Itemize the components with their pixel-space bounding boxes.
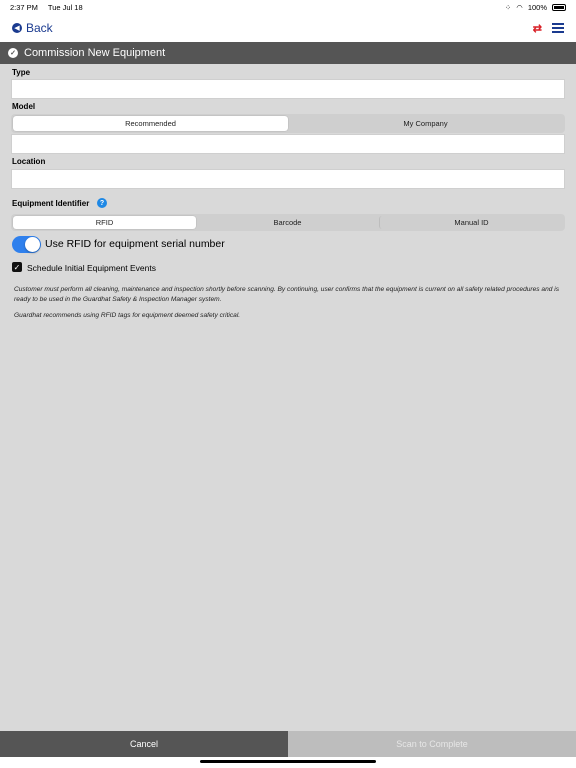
type-field[interactable]	[11, 79, 565, 99]
tab-recommended[interactable]: Recommended	[13, 116, 288, 131]
sync-off-icon[interactable]: ⇄	[533, 22, 542, 35]
tab-my-company[interactable]: My Company	[288, 116, 563, 131]
tab-rfid[interactable]: RFID	[13, 216, 196, 229]
model-segmented-control: Recommended My Company	[11, 114, 565, 133]
battery-icon	[552, 3, 566, 11]
equipment-identifier-label: Equipment Identifier	[12, 199, 90, 208]
menu-icon[interactable]	[552, 23, 564, 33]
help-icon[interactable]: ?	[97, 198, 107, 208]
cancel-button[interactable]: Cancel	[0, 731, 288, 757]
page-header: ✓ Commission New Equipment	[0, 42, 576, 64]
back-button[interactable]: ◀ Back	[12, 21, 53, 35]
status-time: 2:37 PM	[10, 2, 38, 12]
schedule-checkbox-label: Schedule Initial Equipment Events	[27, 263, 156, 273]
location-label: Location	[12, 157, 46, 166]
tab-barcode[interactable]: Barcode	[196, 216, 379, 229]
nav-actions: ⇄	[533, 22, 564, 35]
tab-manual-id[interactable]: Manual ID	[379, 216, 563, 229]
rfid-toggle[interactable]	[12, 236, 41, 253]
model-label: Model	[12, 102, 36, 111]
nav-bar: ◀ Back ⇄	[0, 14, 576, 42]
rfid-recommendation-text: Guardhat recommends using RFID tags for …	[14, 312, 241, 319]
back-arrow-icon: ◀	[12, 23, 22, 33]
signal-icon: ⁘	[504, 2, 512, 12]
status-right: ⁘ ◠ 100%	[505, 3, 566, 12]
status-date: Tue Jul 18	[47, 2, 83, 12]
rfid-toggle-label: Use RFID for equipment serial number	[45, 238, 225, 250]
identifier-segmented-control: RFID Barcode Manual ID	[11, 214, 565, 231]
home-indicator	[200, 760, 376, 763]
check-circle-icon: ✓	[8, 48, 18, 58]
schedule-checkbox[interactable]: ✓	[12, 262, 22, 272]
status-bar: 2:37 PM Tue Jul 18 ⁘ ◠ 100%	[0, 0, 576, 14]
page-title: Commission New Equipment	[24, 47, 166, 59]
battery-percent: 100%	[527, 2, 547, 12]
type-label: Type	[12, 68, 31, 77]
footer-actions: Cancel Scan to Complete	[0, 731, 576, 757]
scan-to-complete-button[interactable]: Scan to Complete	[288, 731, 576, 757]
model-field[interactable]	[11, 134, 565, 154]
status-left: 2:37 PM Tue Jul 18	[10, 3, 91, 12]
disclaimer-text: Customer must perform all cleaning, main…	[14, 286, 560, 303]
back-label: Back	[26, 21, 53, 35]
location-field[interactable]	[11, 169, 565, 189]
wifi-icon: ◠	[516, 2, 523, 12]
